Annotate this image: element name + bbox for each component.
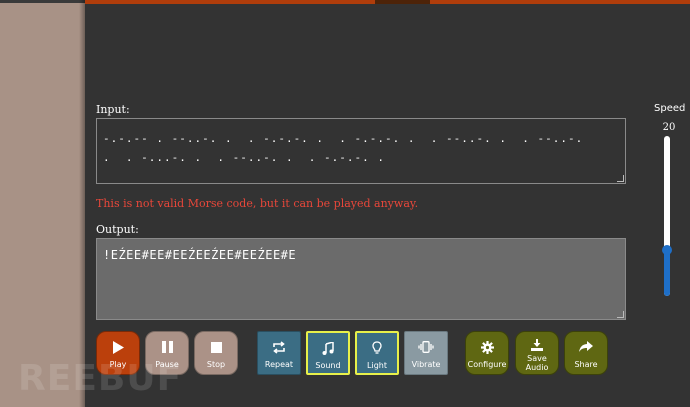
stop-icon xyxy=(195,340,237,354)
stop-label: Stop xyxy=(206,360,226,369)
configure-label: Configure xyxy=(467,360,507,369)
sound-label: Sound xyxy=(315,361,341,370)
error-message: This is not valid Morse code, but it can… xyxy=(96,197,419,210)
speed-label: Speed xyxy=(654,103,686,114)
repeat-icon xyxy=(258,340,300,354)
sound-toggle[interactable]: Sound xyxy=(306,331,350,375)
configure-button[interactable]: Configure xyxy=(465,331,509,375)
repeat-toggle[interactable]: Repeat xyxy=(257,331,301,375)
share-icon xyxy=(565,340,607,354)
top-accent-bar xyxy=(85,0,690,4)
main-panel: Input: -.-.-- . --..-. . . -.-.-. . . -.… xyxy=(85,0,690,407)
speed-slider-fill xyxy=(664,250,670,296)
watermark: REEBUF xyxy=(18,358,183,399)
play-icon xyxy=(97,340,139,354)
speed-slider-thumb[interactable] xyxy=(662,245,672,255)
stop-button[interactable]: Stop xyxy=(194,331,238,375)
pause-icon xyxy=(146,340,188,354)
output-label: Output: xyxy=(96,223,139,236)
side-panel xyxy=(0,0,85,407)
light-label: Light xyxy=(367,361,387,370)
morse-input-text[interactable]: -.-.-- . --..-. . . -.-.-. . . -.-.-. . … xyxy=(97,119,625,167)
vibrate-toggle[interactable]: Vibrate xyxy=(404,331,448,375)
speed-value: 20 xyxy=(662,122,676,133)
gear-icon xyxy=(466,340,508,354)
morse-input[interactable]: -.-.-- . --..-. . . -.-.-. . . -.-.-. . … xyxy=(96,118,626,184)
repeat-label: Repeat xyxy=(264,360,294,369)
speed-slider[interactable] xyxy=(664,136,670,296)
side-panel-topbar xyxy=(0,0,85,3)
input-label: Input: xyxy=(96,103,130,116)
top-accent-marker xyxy=(375,0,430,4)
lightbulb-icon xyxy=(357,341,397,355)
resize-handle[interactable] xyxy=(617,311,624,318)
resize-handle[interactable] xyxy=(617,175,624,182)
text-output-value[interactable]: !EŹEE#EE#EEŹEEŹEE#EEŹEE#E xyxy=(97,239,625,271)
vibrate-icon xyxy=(405,340,447,354)
text-output[interactable]: !EŹEE#EE#EEŹEEŹEE#EEŹEE#E xyxy=(96,238,626,320)
vibrate-label: Vibrate xyxy=(411,360,441,369)
save-audio-button[interactable]: Save Audio xyxy=(515,331,559,375)
share-button[interactable]: Share xyxy=(564,331,608,375)
save-audio-label: Save Audio xyxy=(525,354,549,372)
light-toggle[interactable]: Light xyxy=(355,331,399,375)
download-icon xyxy=(516,338,558,352)
share-label: Share xyxy=(574,360,598,369)
music-note-icon xyxy=(308,341,348,355)
